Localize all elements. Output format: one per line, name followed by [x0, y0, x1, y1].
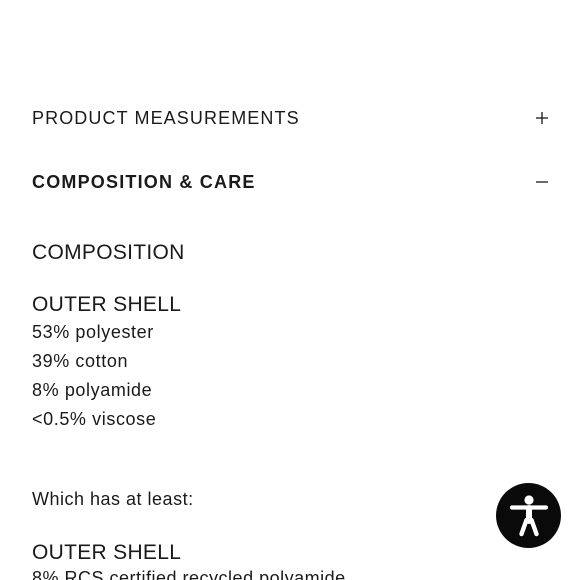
material-list: 53% polyester 39% cotton 8% polyamide <0… [32, 318, 156, 434]
which-has-at-least-text: Which has at least: [32, 489, 194, 509]
material-item: 53% polyester [32, 322, 154, 342]
recycled-material-item: 8% RCS certified recycled polyamide [32, 568, 346, 580]
plus-icon[interactable] [534, 110, 550, 126]
composition-heading: COMPOSITION [32, 241, 185, 264]
material-item: 8% polyamide [32, 380, 153, 400]
accessibility-person-icon [509, 494, 549, 538]
accordion-title-product-measurements: PRODUCT MEASUREMENTS [32, 108, 300, 128]
accordion-title-composition-care: COMPOSITION & CARE [32, 172, 256, 192]
accordion-composition-care[interactable]: COMPOSITION & CARE [32, 170, 548, 194]
material-item: <0.5% viscose [32, 409, 157, 429]
accessibility-button[interactable] [496, 483, 561, 548]
minus-icon[interactable] [534, 174, 550, 190]
accordion-product-measurements[interactable]: PRODUCT MEASUREMENTS [32, 106, 548, 130]
outer-shell-heading: OUTER SHELL [32, 293, 182, 316]
material-item: 39% cotton [32, 351, 129, 371]
outer-shell-heading-recycled: OUTER SHELL [32, 541, 182, 564]
